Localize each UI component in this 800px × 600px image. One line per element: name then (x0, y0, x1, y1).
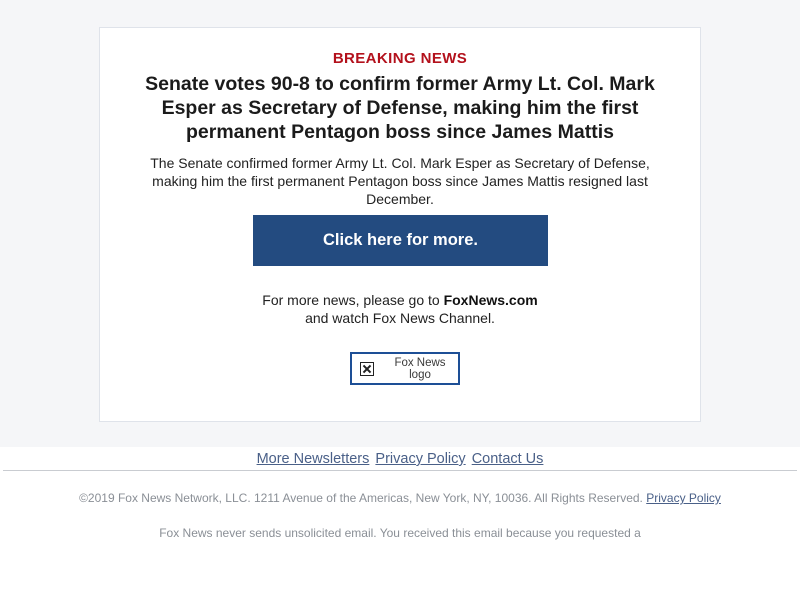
more-newsletters-link[interactable]: More Newsletters (257, 451, 370, 467)
footer-divider (3, 470, 797, 471)
copyright-text: ©2019 Fox News Network, LLC. 1211 Avenue… (79, 491, 643, 505)
more-news-suffix: and watch Fox News Channel. (305, 310, 495, 326)
logo-alt-text: Fox News logo (394, 356, 446, 381)
email-disclaimer: Fox News never sends unsolicited email. … (159, 526, 641, 540)
copyright-privacy-link[interactable]: Privacy Policy (646, 491, 721, 505)
click-here-button[interactable]: Click here for more. (253, 215, 548, 266)
fox-news-logo[interactable]: Fox News logo (350, 352, 460, 385)
footer-links: More Newsletters Privacy Policy Contact … (0, 451, 800, 467)
headline: Senate votes 90-8 to confirm former Army… (145, 73, 655, 143)
copyright-line: ©2019 Fox News Network, LLC. 1211 Avenue… (0, 491, 800, 505)
breaking-news-card: BREAKING NEWS Senate votes 90-8 to confi… (99, 27, 701, 422)
more-news-prefix: For more news, please go to (262, 292, 444, 308)
broken-image-icon (360, 361, 374, 376)
privacy-policy-link[interactable]: Privacy Policy (375, 451, 465, 467)
story-summary: The Senate confirmed former Army Lt. Col… (150, 155, 650, 207)
breaking-news-label: BREAKING NEWS (332, 50, 468, 67)
foxnews-site-name: FoxNews.com (443, 292, 538, 308)
more-news-text: For more news, please go to FoxNews.com … (100, 291, 700, 327)
contact-us-link[interactable]: Contact Us (472, 451, 544, 467)
